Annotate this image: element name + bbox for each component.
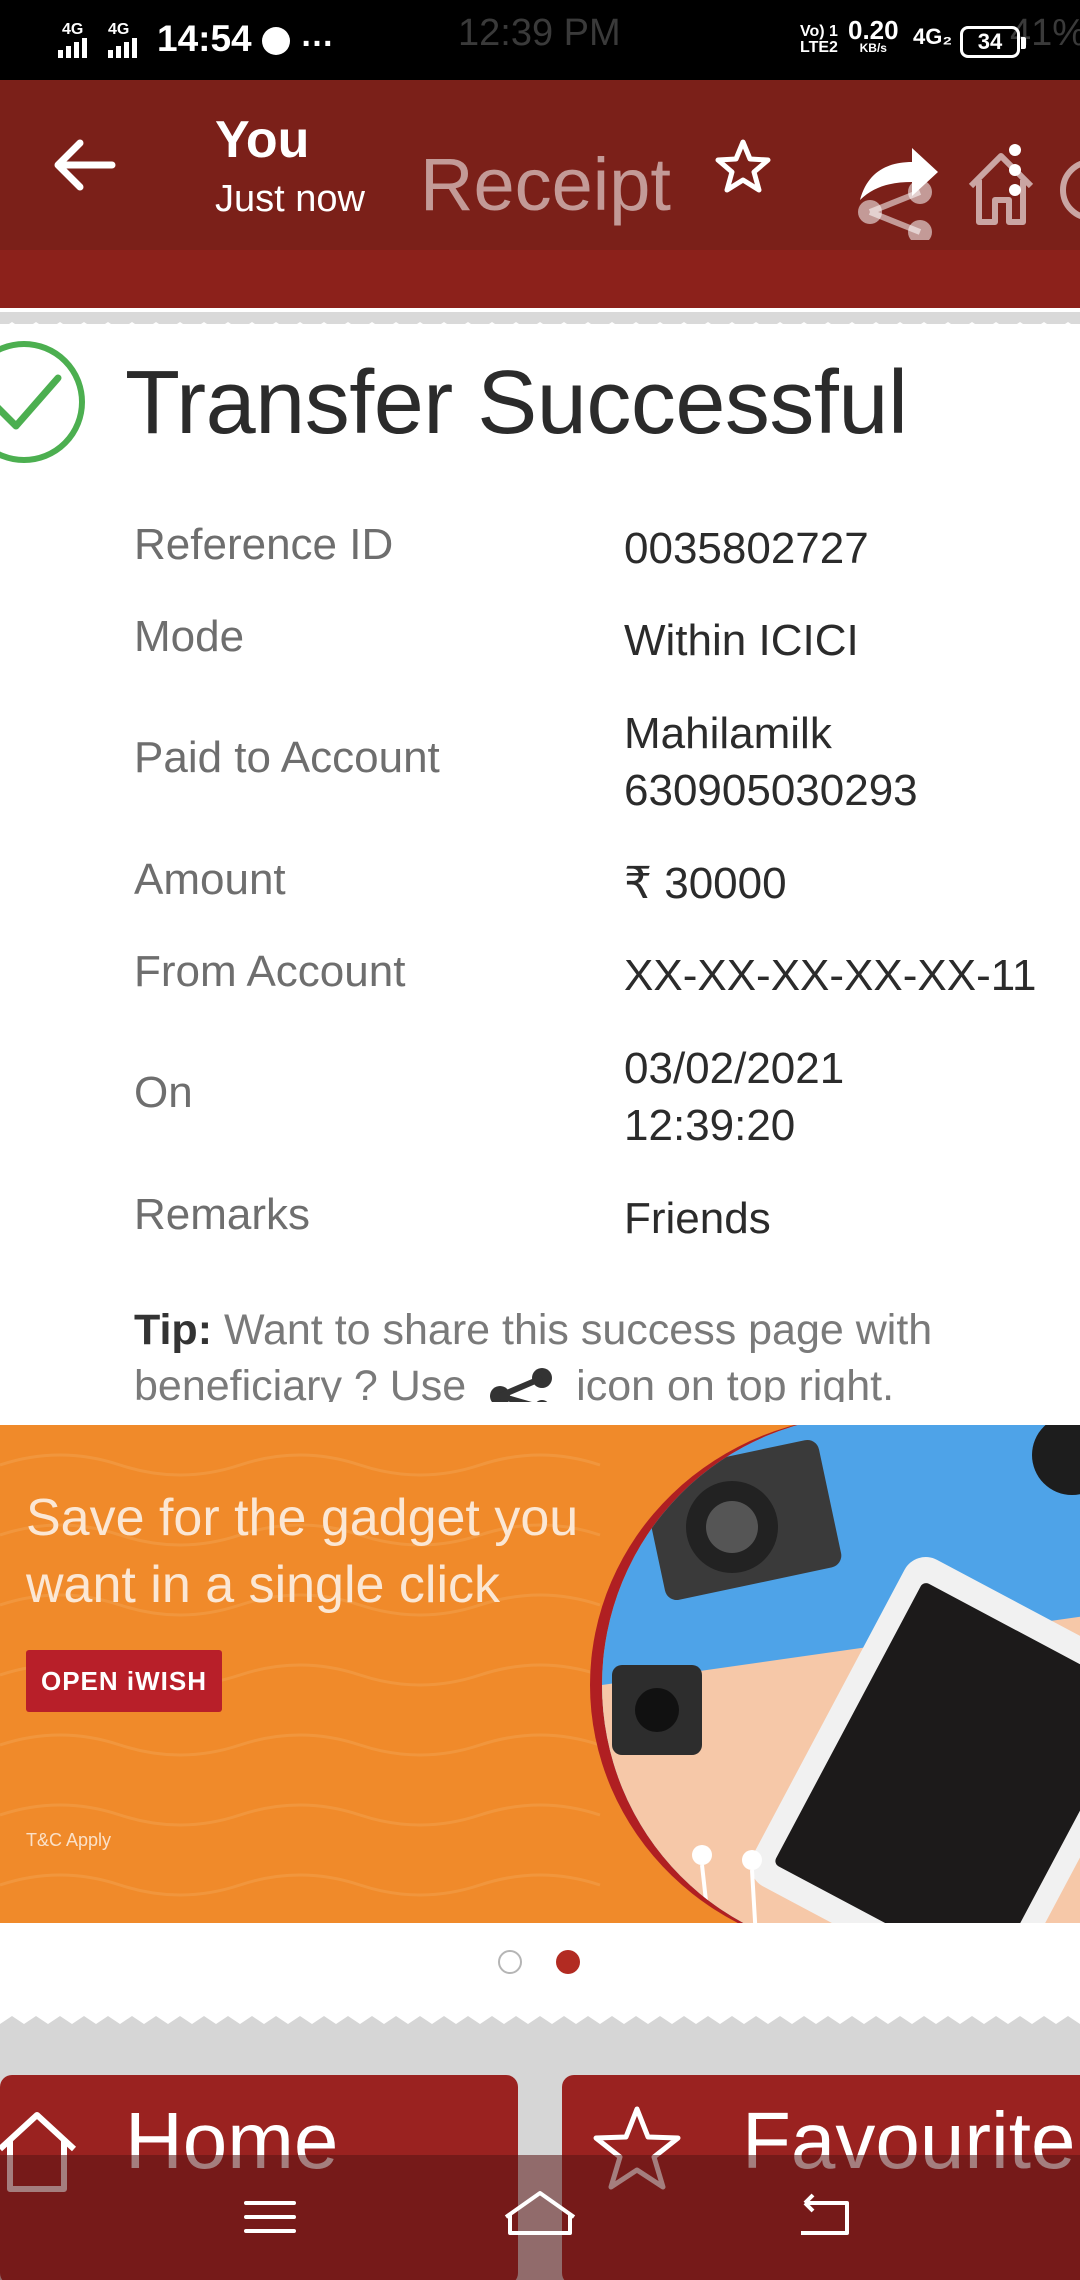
receipt-title: Receipt (420, 143, 671, 226)
transfer-time: 12:39:20 (624, 1101, 796, 1150)
chat-title: You (215, 111, 310, 169)
back-arrow-icon (54, 139, 116, 191)
tip-text: Tip: Want to share this success page wit… (134, 1302, 1034, 1402)
battery-icon: 34 (960, 26, 1026, 58)
row-label-reference-id: Reference ID (134, 520, 394, 569)
row-value-amount: ₹ 30000 (624, 859, 787, 908)
row-label-mode: Mode (134, 612, 245, 661)
status-bar: 12:39 PM 41% 4G 4G 14:54 … Vo) 1 LTE2 0.… (0, 0, 1080, 80)
share-button[interactable] (850, 140, 940, 245)
row-value-from-account: XX-XX-XX-XX-XX-11 (624, 951, 1037, 1000)
slide-indicator-2[interactable] (556, 1950, 580, 1974)
volte-line2: LTE2 (800, 39, 838, 56)
tip-label: Tip: (134, 1306, 213, 1354)
back-button[interactable] (50, 135, 116, 195)
share-icon (858, 148, 938, 244)
recent-icon (801, 2193, 849, 2235)
row-label-paid-to: Paid to Account (134, 733, 440, 782)
row-value-remarks: Friends (624, 1194, 771, 1243)
open-iwish-button[interactable]: OPEN iWISH (26, 1650, 222, 1712)
timer-icon (262, 27, 290, 55)
volte-line1: Vo) 1 (800, 23, 838, 40)
row-value-mode: Within ICICI (624, 616, 859, 665)
back-nav-button[interactable] (765, 2155, 885, 2280)
network-label-1: 4G (62, 21, 84, 38)
tip-text-2: icon on top right. (576, 1362, 895, 1402)
clock: 14:54 (157, 18, 252, 59)
system-nav-bar (0, 2155, 1080, 2280)
battery-level: 34 (977, 29, 1003, 54)
favourite-button[interactable] (713, 138, 773, 201)
app-header: You Just now Receipt (0, 80, 1080, 250)
ghost-time: 12:39 PM (458, 12, 621, 54)
row-label-amount: Amount (134, 855, 286, 904)
network-label-3: 4G₂ (913, 24, 953, 49)
slide-indicator-1[interactable] (498, 1950, 522, 1974)
signal-icon-2 (108, 38, 137, 58)
more-vert-icon (1009, 144, 1021, 196)
star-icon (715, 139, 771, 193)
payee-name: Mahilamilk (624, 709, 832, 758)
more-options-button[interactable] (1000, 140, 1030, 210)
network-label-2: 4G (108, 21, 130, 38)
row-label-remarks: Remarks (134, 1190, 311, 1239)
home-nav-icon (504, 2191, 576, 2235)
checkmark-icon (0, 341, 85, 463)
volte-indicator: Vo) 1 LTE2 (800, 24, 838, 56)
menu-icon (244, 2201, 296, 2233)
chat-subtitle: Just now (215, 178, 365, 220)
promo-headline: Save for the gadget you want in a single… (26, 1489, 579, 1614)
row-value-on: 03/02/2021 12:39:20 (624, 1040, 1064, 1154)
promo-banner[interactable]: Save for the gadget you want in a single… (0, 1425, 1080, 1923)
overflow-dots: … (300, 16, 334, 54)
success-heading: Transfer Successful (125, 353, 908, 453)
header-sub-bar (0, 250, 1080, 308)
home-nav-button[interactable] (480, 2155, 600, 2280)
terms-label: T&C Apply (26, 1830, 112, 1850)
row-label-from-account: From Account (134, 947, 406, 996)
row-label-on: On (134, 1068, 193, 1117)
share-icon (490, 1367, 553, 1402)
signal-icon (58, 38, 87, 58)
recents-button[interactable] (210, 2155, 330, 2280)
network-speed: 0.20 KB/s (848, 17, 899, 54)
zigzag-edge-top (0, 312, 1080, 344)
row-value-paid-to: Mahilamilk 630905030293 (624, 705, 1064, 819)
row-value-reference-id: 0035802727 (624, 524, 869, 573)
partial-icon (1055, 148, 1080, 233)
payee-account: 630905030293 (624, 766, 918, 815)
transfer-date: 03/02/2021 (624, 1044, 845, 1093)
